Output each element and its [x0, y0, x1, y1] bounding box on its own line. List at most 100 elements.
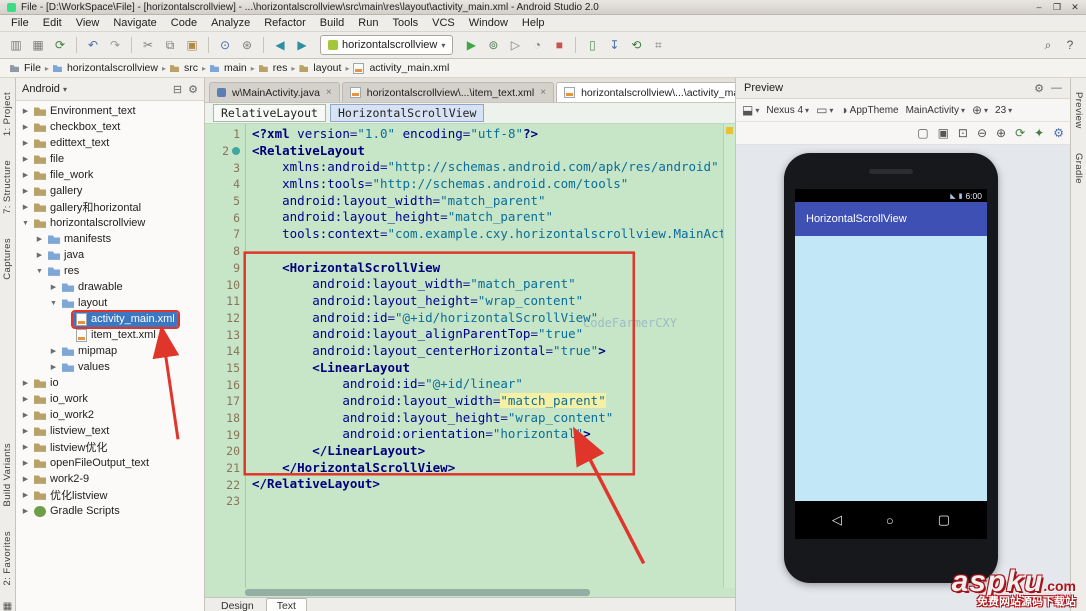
tree-item-mipmap[interactable]: ▶mipmap [16, 343, 204, 359]
run-coverage-icon[interactable]: ▷ [505, 36, 525, 54]
search-everywhere-icon[interactable]: ⌕ [1038, 36, 1058, 54]
run-configuration-selector[interactable]: horizontalscrollview ▾ [320, 35, 453, 55]
breadcrumb-horizontalscrollview[interactable]: horizontalscrollview [51, 62, 160, 74]
target-selector[interactable]: ▭▾ [816, 103, 833, 117]
tree-item-java[interactable]: ▶java [16, 247, 204, 263]
settings-icon[interactable]: ⚙ [188, 83, 198, 96]
sync-icon[interactable]: ⟳ [50, 36, 70, 54]
tree-item-work2-9[interactable]: ▶work2-9 [16, 471, 204, 487]
close-button[interactable]: ✕ [1066, 2, 1084, 13]
paste-icon[interactable]: ▣ [182, 36, 202, 54]
menu-item-vcs[interactable]: VCS [425, 17, 462, 29]
toolwindow-tab-gradle[interactable]: Gradle [1073, 153, 1084, 184]
code-line[interactable]: xmlns:android="http://schemas.android.co… [252, 159, 735, 176]
code-line[interactable]: android:id="@+id/horizontalScrollView" [252, 310, 735, 327]
toolwindow-tab-preview[interactable]: Preview [1073, 92, 1084, 129]
expand-arrow-icon[interactable]: ▶ [20, 171, 31, 179]
tree-item-file_work[interactable]: ▶file_work [16, 167, 204, 183]
stop-icon[interactable]: ■ [549, 36, 569, 54]
code-line[interactable]: android:layout_alignParentTop="true" [252, 326, 735, 343]
undo-icon[interactable]: ↶ [83, 36, 103, 54]
zoom-out-icon[interactable]: ⊖ [977, 126, 987, 140]
tree-item-item_text.xml[interactable]: item_text.xml [16, 327, 204, 343]
expand-arrow-icon[interactable]: ▶ [20, 107, 31, 115]
hide-panel-icon[interactable]: — [1051, 82, 1062, 95]
collapse-all-icon[interactable]: ⊟ [173, 83, 182, 96]
replace-icon[interactable]: ⊛ [237, 36, 257, 54]
menu-item-help[interactable]: Help [515, 17, 552, 29]
toolwindow-switcher-icon[interactable]: ▦ [3, 601, 12, 611]
open-icon[interactable]: ▥ [6, 36, 26, 54]
tree-item-io_work2[interactable]: ▶io_work2 [16, 407, 204, 423]
expand-arrow-icon[interactable]: ▶ [20, 427, 31, 435]
expand-arrow-icon[interactable]: ▶ [20, 443, 31, 451]
expand-arrow-icon[interactable]: ▶ [20, 411, 31, 419]
expand-arrow-icon[interactable]: ▼ [48, 300, 59, 307]
cut-icon[interactable]: ✂ [138, 36, 158, 54]
expand-arrow-icon[interactable]: ▶ [20, 123, 31, 131]
recents-nav-icon[interactable]: ▢ [938, 512, 950, 528]
tree-item-environment_text[interactable]: ▶Environment_text [16, 103, 204, 119]
editor-mode-tab-text[interactable]: Text [266, 598, 307, 611]
code-line[interactable]: <RelativeLayout [252, 143, 735, 160]
code-line[interactable]: android:layout_height="match_parent" [252, 209, 735, 226]
code-line[interactable]: android:orientation="horizontal"> [252, 426, 735, 443]
tree-item-openfileoutput_text[interactable]: ▶openFileOutput_text [16, 455, 204, 471]
tree-item-horizontalscrollview[interactable]: ▼horizontalscrollview [16, 215, 204, 231]
tree-item-io_work[interactable]: ▶io_work [16, 391, 204, 407]
toolwindow-tab-1-project[interactable]: 1: Project [2, 92, 13, 136]
breadcrumb-res[interactable]: res [257, 62, 290, 74]
menu-item-build[interactable]: Build [313, 17, 351, 29]
tree-item-res[interactable]: ▼res [16, 263, 204, 279]
copy-icon[interactable]: ⧉ [160, 36, 180, 54]
close-tab-icon[interactable]: × [540, 87, 546, 98]
menu-item-tools[interactable]: Tools [385, 17, 425, 29]
expand-arrow-icon[interactable]: ▶ [20, 203, 31, 211]
editor-tab-item_text.xml[interactable]: horizontalscrollview\...\item_text.xml× [342, 82, 554, 102]
menu-item-analyze[interactable]: Analyze [204, 17, 257, 29]
expand-arrow-icon[interactable]: ▶ [20, 187, 31, 195]
code-line[interactable]: android:id="@+id/linear" [252, 376, 735, 393]
tree-item-gallery[interactable]: ▶gallery [16, 183, 204, 199]
tree-item-manifests[interactable]: ▶manifests [16, 231, 204, 247]
maximize-button[interactable]: ❐ [1048, 2, 1066, 13]
code-line[interactable]: android:layout_width="match_parent" [252, 193, 735, 210]
code-line[interactable]: android:layout_height="wrap_content" [252, 410, 735, 427]
minimize-button[interactable]: – [1030, 2, 1048, 13]
editor-breadcrumb-relativelayout[interactable]: RelativeLayout [213, 104, 326, 122]
tree-item-listview_text[interactable]: ▶listview_text [16, 423, 204, 439]
activity-selector[interactable]: MainActivity▾ [906, 105, 965, 116]
run-icon[interactable]: ▶ [461, 36, 481, 54]
save-all-icon[interactable]: ▦ [28, 36, 48, 54]
menu-item-view[interactable]: View [69, 17, 107, 29]
expand-arrow-icon[interactable]: ▶ [34, 251, 45, 259]
expand-arrow-icon[interactable]: ▶ [20, 491, 31, 499]
expand-arrow-icon[interactable]: ▼ [20, 220, 31, 227]
code-editor[interactable]: 1234567891011121314151617181920212223 <?… [205, 124, 735, 597]
code-line[interactable]: tools:context="com.example.cxy.horizonta… [252, 226, 735, 243]
find-icon[interactable]: ⊙ [215, 36, 235, 54]
expand-arrow-icon[interactable]: ▶ [20, 395, 31, 403]
breadcrumb-src[interactable]: src [168, 62, 200, 74]
breadcrumb-file[interactable]: File [8, 62, 43, 74]
zoom-in-icon[interactable]: ⊕ [996, 126, 1006, 140]
editor-breadcrumb-horizontalscrollview[interactable]: HorizontalScrollView [330, 104, 484, 122]
refresh-icon[interactable]: ⟳ [1015, 126, 1025, 140]
debug-icon[interactable]: ⊚ [483, 36, 503, 54]
code-line[interactable]: </RelativeLayout> [252, 476, 735, 493]
menu-item-code[interactable]: Code [164, 17, 204, 29]
screenshot-icon[interactable]: ✦ [1034, 126, 1044, 140]
tree-item--listview[interactable]: ▶优化listview [16, 487, 204, 503]
profile-icon[interactable]: ◔ [527, 36, 547, 54]
expand-arrow-icon[interactable]: ▶ [20, 475, 31, 483]
expand-arrow-icon[interactable]: ▶ [48, 347, 59, 355]
render-settings-icon[interactable]: ⚙ [1053, 126, 1064, 140]
redo-icon[interactable]: ↷ [105, 36, 125, 54]
tree-item-values[interactable]: ▶values [16, 359, 204, 375]
theme-selector[interactable]: ◑AppTheme [840, 103, 898, 117]
device-selector[interactable]: Nexus 4▾ [766, 105, 809, 116]
tree-item-gradle-scripts[interactable]: ▶Gradle Scripts [16, 503, 204, 519]
tree-item-gallery-horizontal[interactable]: ▶gallery和horizontal [16, 199, 204, 215]
tree-item-io[interactable]: ▶io [16, 375, 204, 391]
tree-item-layout[interactable]: ▼layout [16, 295, 204, 311]
